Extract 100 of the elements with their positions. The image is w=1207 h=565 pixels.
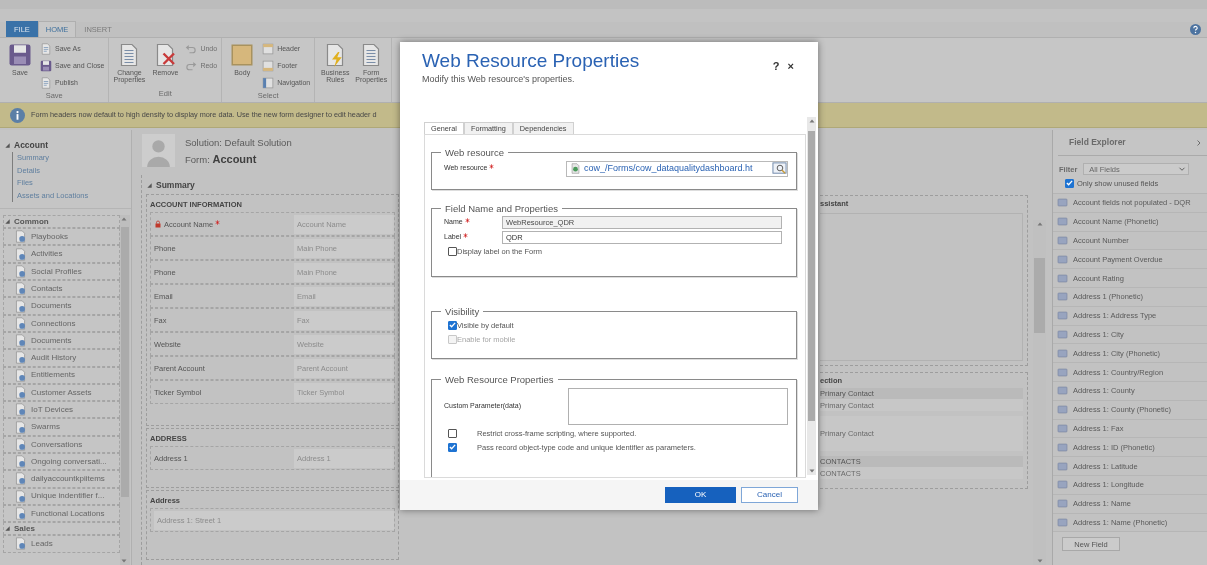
save-icon [40, 60, 52, 72]
field-icon [1057, 498, 1068, 510]
help-button[interactable]: ? [768, 59, 784, 75]
page-icon [14, 368, 27, 382]
nav-group-header[interactable]: Sales [14, 523, 35, 534]
nav-item[interactable]: Unique indentifier f... [3, 487, 120, 505]
page-icon [14, 472, 27, 486]
dialog-title: Web Resource Properties [422, 50, 641, 73]
cancel-button[interactable]: Cancel [741, 487, 798, 503]
field-icon [1057, 291, 1068, 303]
field-icon [1057, 310, 1068, 322]
ok-button[interactable]: OK [665, 487, 736, 503]
nav-item[interactable]: Leads [3, 535, 120, 553]
checkbox[interactable] [448, 442, 457, 452]
field-icon [1057, 479, 1068, 491]
nav-item[interactable]: Audit History [3, 349, 120, 367]
group-title: Web Resource Properties [444, 375, 555, 385]
field-icon [1057, 422, 1068, 434]
page-icon [14, 230, 27, 244]
redo-icon [185, 60, 198, 72]
nav-item[interactable]: Social Profiles [3, 262, 120, 281]
scroll-down-icon [807, 467, 816, 475]
checkbox[interactable] [448, 428, 457, 438]
field-icon [1057, 460, 1068, 472]
text-area[interactable] [568, 387, 788, 425]
page-icon [14, 455, 27, 469]
scrollbar-thumb[interactable] [807, 131, 816, 421]
group-title: Web resource [444, 148, 505, 158]
nav-item[interactable]: Ongoing conversati... [3, 453, 120, 471]
field-icon [1057, 441, 1068, 453]
caret-icon [1178, 165, 1187, 173]
field-icon [1057, 328, 1068, 340]
form-title: Form: Account [185, 153, 258, 167]
document-icon [40, 77, 52, 89]
nav-item[interactable]: Connections [3, 314, 120, 332]
nav-item[interactable]: dailyaccountkpiitems [3, 470, 120, 488]
avatar-icon [142, 134, 175, 167]
checkbox[interactable] [1065, 178, 1074, 188]
nav-item[interactable]: Entitlements [3, 366, 120, 384]
lookup-field[interactable]: cow_/Forms/cow_dataqualitydashboard.ht [566, 160, 788, 177]
solution-title: Solution: Default Solution [185, 137, 292, 149]
page-icon [14, 437, 27, 451]
nav-item[interactable]: Activities [3, 245, 120, 263]
panel-title: Field Explorer [1069, 137, 1126, 148]
header-layout-icon [262, 43, 275, 55]
dialog-subtitle: Modify this Web resource's properties. [422, 73, 576, 85]
tab-title[interactable]: Summary [156, 180, 195, 191]
page-icon [14, 386, 27, 399]
nav-item[interactable]: IoT Devices [3, 401, 120, 419]
nav-item[interactable]: Documents [3, 331, 120, 350]
undo-icon [185, 43, 198, 55]
group-title: Visibility [444, 307, 481, 317]
document-icon [40, 43, 52, 55]
field-icon [1057, 404, 1068, 416]
field-icon [1057, 216, 1068, 228]
page-icon [14, 299, 27, 313]
help-icon [1190, 24, 1201, 35]
scroll-down-icon [1035, 557, 1044, 565]
scrollbar[interactable] [807, 117, 816, 475]
tree-item[interactable]: Account [14, 140, 48, 151]
nav-item[interactable]: Functional Locations [3, 504, 120, 523]
checkbox[interactable] [448, 320, 457, 330]
field-icon [1057, 347, 1068, 359]
scroll-up-icon [1035, 220, 1044, 228]
page-icon [14, 403, 27, 417]
page-icon [14, 316, 27, 330]
field-icon [1057, 235, 1068, 246]
panel-icon [230, 43, 255, 67]
scrollbar-thumb[interactable] [121, 227, 129, 498]
lookup-icon [772, 161, 787, 176]
page-icon [14, 282, 27, 296]
nav-item[interactable]: Conversations [3, 435, 120, 454]
scrollbar[interactable] [120, 215, 130, 565]
chevron-right-icon [1195, 138, 1203, 147]
nav-item[interactable]: Customer Assets [3, 383, 120, 402]
close-button[interactable]: × [783, 59, 798, 75]
page-icon [14, 489, 27, 503]
group-title: Field Name and Properties [444, 204, 559, 214]
navigation-layout-icon [262, 77, 275, 89]
nav-item[interactable]: Documents [3, 297, 120, 315]
page-icon [14, 264, 27, 278]
scroll-up-icon [807, 117, 816, 125]
field-icon [1057, 385, 1068, 397]
checkbox[interactable] [448, 246, 457, 256]
file-icon [570, 163, 581, 174]
page-icon [14, 351, 27, 365]
page-icon [14, 420, 27, 434]
nav-item[interactable]: Playbooks [3, 228, 120, 246]
field-icon [1057, 197, 1068, 209]
nav-item[interactable]: Contacts [3, 280, 120, 298]
footer-layout-icon [262, 60, 275, 72]
field-icon [1057, 253, 1068, 265]
field-icon [1057, 272, 1068, 284]
save-icon [8, 43, 32, 67]
nav-item[interactable]: Swarms [3, 418, 120, 436]
page-icon [14, 537, 27, 551]
field-icon [1057, 516, 1068, 528]
info-icon [10, 107, 25, 123]
page-icon [14, 247, 27, 261]
scroll-down-icon [120, 557, 128, 565]
